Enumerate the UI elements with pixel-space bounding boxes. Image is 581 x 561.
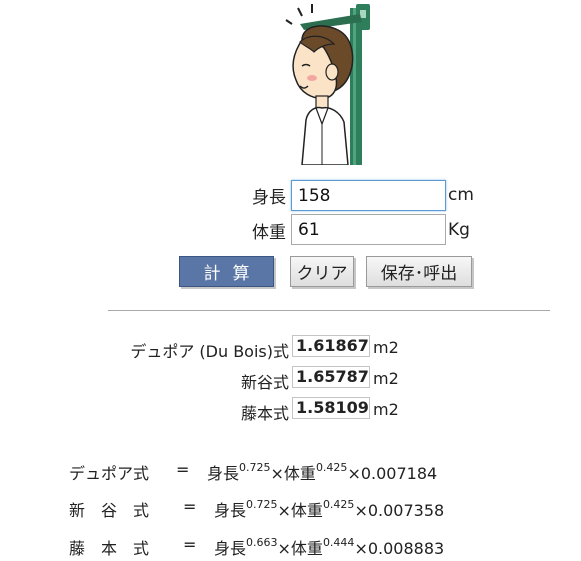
times-sign: × — [354, 501, 368, 520]
save-load-button[interactable]: 保存･呼出 — [366, 256, 472, 287]
times-sign: × — [347, 464, 361, 483]
formula-name: デュポア式 — [69, 464, 150, 483]
weight-unit: Kg — [448, 220, 470, 240]
result-label-shintani: 新谷式 — [240, 373, 289, 392]
formula-equals: = — [183, 535, 197, 554]
coefficient: 0.007184 — [360, 464, 438, 483]
formula-name: 新 谷 式 — [69, 501, 150, 520]
result-unit-fujimoto: m2 — [373, 400, 399, 419]
height-input[interactable] — [291, 180, 446, 211]
height-exponent: 0.663 — [246, 535, 278, 549]
calculate-button[interactable]: 計算 — [179, 256, 274, 287]
weight-label: 体重 — [252, 223, 286, 243]
height-term: 身長 — [207, 464, 240, 483]
result-value-fujimoto: 1.58109 — [292, 397, 370, 419]
result-unit-shintani: m2 — [373, 369, 399, 388]
height-measurement-illustration — [285, 4, 370, 165]
coefficient: 0.007358 — [367, 501, 445, 520]
weight-term: 体重 — [290, 539, 323, 558]
times-sign: × — [354, 539, 368, 558]
height-term: 身長 — [214, 501, 247, 520]
weight-term: 体重 — [290, 501, 323, 520]
section-divider — [108, 310, 550, 311]
result-unit-dubois: m2 — [373, 338, 399, 357]
clear-button[interactable]: クリア — [290, 256, 354, 287]
result-label-fujimoto: 藤本式 — [240, 404, 289, 423]
formula-dubois: デュポア式 = 身長0.725×体重0.425×0.007184 — [0, 460, 581, 486]
formula-expression: 身長0.725×体重0.425×0.007184 — [207, 460, 437, 484]
result-value-dubois: 1.61867 — [292, 335, 370, 357]
formula-equals: = — [176, 460, 190, 479]
result-value-shintani: 1.65787 — [292, 366, 370, 388]
formula-fujimoto: 藤 本 式 = 身長0.663×体重0.444×0.008883 — [0, 535, 581, 561]
formula-expression: 身長0.725×体重0.425×0.007358 — [214, 497, 444, 521]
weight-exponent: 0.425 — [315, 460, 348, 474]
times-sign: × — [277, 501, 291, 520]
formula-name: 藤 本 式 — [69, 539, 150, 558]
result-label-dubois: デュポア (Du Bois)式 — [130, 342, 289, 361]
weight-exponent: 0.444 — [322, 535, 355, 549]
formula-equals: = — [183, 497, 197, 516]
height-label: 身長 — [252, 188, 286, 208]
weight-term: 体重 — [283, 464, 316, 483]
height-term: 身長 — [214, 539, 247, 558]
height-exponent: 0.725 — [239, 460, 271, 474]
formula-shintani: 新 谷 式 = 身長0.725×体重0.425×0.007358 — [0, 497, 581, 523]
weight-exponent: 0.425 — [322, 497, 355, 511]
coefficient: 0.008883 — [367, 539, 445, 558]
weight-input[interactable] — [291, 214, 446, 245]
height-unit: cm — [448, 185, 474, 205]
times-sign: × — [277, 539, 291, 558]
formula-expression: 身長0.663×体重0.444×0.008883 — [214, 535, 444, 559]
times-sign: × — [270, 464, 284, 483]
height-exponent: 0.725 — [246, 497, 278, 511]
